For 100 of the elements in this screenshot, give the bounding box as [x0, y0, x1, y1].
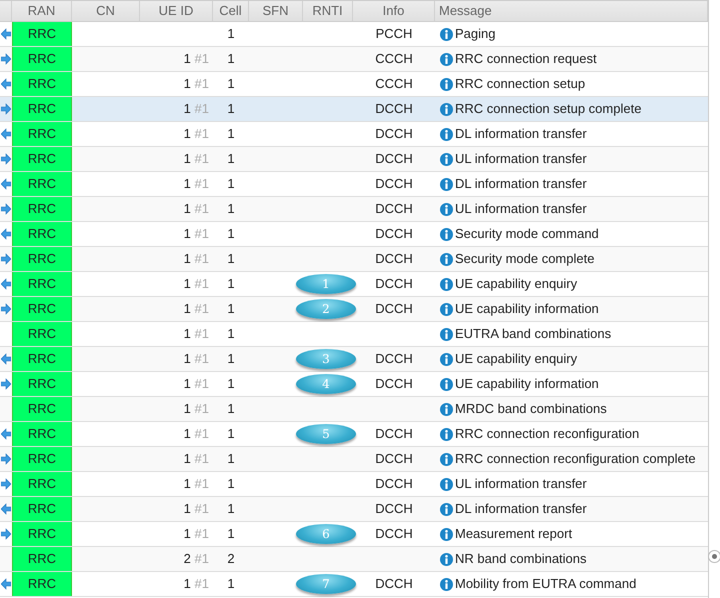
ue-id: 1	[184, 151, 191, 166]
table-row[interactable]: RRC 2 #1 2 NR band combinations	[0, 547, 708, 572]
table-row[interactable]: RRC 1 #1 1 4 DCCH UE capability information	[0, 372, 708, 397]
cell-id: 1	[226, 200, 236, 218]
table-row[interactable]: RRC 1 #1 1 DCCH DL information transfer	[0, 497, 708, 522]
table-row[interactable]: RRC 1 #1 1 CCCH RRC connection request	[0, 47, 708, 72]
ue-index: #1	[194, 351, 209, 366]
cell-id: 1	[226, 425, 236, 443]
message-cell-text: DL information transfer	[455, 175, 587, 193]
column-header[interactable]: UE ID	[140, 1, 213, 21]
column-header[interactable]: RNTI	[303, 1, 353, 21]
cell-id: 2	[226, 550, 236, 568]
ran-cell: RRC	[12, 97, 72, 121]
ue-index: #1	[194, 51, 209, 66]
ue-id: 1	[184, 76, 191, 91]
info-icon	[440, 52, 453, 66]
cell-id: 1	[226, 125, 236, 143]
ue-id: 1	[184, 176, 191, 191]
table-row[interactable]: RRC 1 #1 1 2 DCCH UE capability information	[0, 297, 708, 322]
ue-id: 1	[184, 101, 191, 116]
ue-index: #1	[194, 476, 209, 491]
table-row[interactable]: RRC 1 #1 1 DCCH UL information transfer	[0, 197, 708, 222]
table-row[interactable]: RRC 1 #1 1 3 DCCH UE capability enquiry	[0, 347, 708, 372]
ran-cell: RRC	[12, 222, 72, 246]
channel-cell-text: DCCH	[374, 250, 414, 268]
table-row[interactable]: RRC 1 #1 1 DCCH RRC connection setup complete	[0, 97, 708, 122]
ue-id: 1	[184, 276, 191, 291]
ran-cell: RRC	[12, 372, 72, 396]
table-row[interactable]: RRC 1 #1 1 6 DCCH Measurement report	[0, 522, 708, 547]
column-header[interactable]: Cell	[213, 1, 249, 21]
cell-id: 1	[226, 525, 236, 543]
scroll-handle[interactable]	[708, 550, 720, 563]
table-row[interactable]: RRC 1 #1 1 MRDC band combinations	[0, 397, 708, 422]
table-row[interactable]: RRC 1 #1 1 CCCH RRC connection setup	[0, 72, 708, 97]
step-marker: 7	[296, 574, 356, 594]
ue-id: 1	[184, 326, 191, 341]
ue-id: 1	[184, 426, 191, 441]
cell-id: 1	[226, 150, 236, 168]
table-row[interactable]: RRC 1 #1 1 1 DCCH UE capability enquiry	[0, 272, 708, 297]
step-marker: 4	[296, 374, 356, 394]
ran-cell: RRC	[12, 197, 72, 221]
channel-cell-text: DCCH	[374, 150, 414, 168]
message-cell-text: Security mode complete	[455, 250, 594, 268]
ran-cell: RRC	[12, 72, 72, 96]
channel-cell-text: DCCH	[374, 350, 414, 368]
ran-cell: RRC	[12, 572, 72, 596]
ran-cell: RRC	[12, 347, 72, 371]
cell-id: 1	[226, 575, 236, 593]
table-row[interactable]: RRC 1 #1 1 DCCH Security mode command	[0, 222, 708, 247]
info-icon	[440, 178, 453, 190]
column-header[interactable]: Message	[435, 1, 708, 21]
info-icon	[440, 128, 453, 140]
message-cell-text: UE capability information	[455, 375, 599, 393]
ue-id: 1	[184, 476, 191, 491]
info-icon	[440, 552, 453, 566]
message-cell-text: UL information transfer	[455, 475, 587, 493]
ue-id: 1	[184, 376, 191, 391]
column-header[interactable]: Info	[353, 1, 435, 21]
channel-cell-text: PCCH	[374, 25, 414, 43]
message-cell-text: NR band combinations	[455, 550, 587, 568]
message-cell-text: Mobility from EUTRA command	[455, 575, 636, 593]
column-header[interactable]: SFN	[249, 1, 303, 21]
table-row[interactable]: RRC 1 #1 1 DCCH DL information transfer	[0, 122, 708, 147]
table-row[interactable]: RRC 1 #1 1 DCCH RRC connection reconfiguration complete	[0, 447, 708, 472]
ue-index: #1	[194, 576, 209, 591]
ue-index: #1	[194, 176, 209, 191]
ue-id: 1	[184, 576, 191, 591]
cell-id: 1	[226, 300, 236, 318]
message-cell-text: EUTRA band combinations	[455, 325, 612, 343]
ue-index: #1	[194, 326, 209, 341]
message-cell-text: Security mode command	[455, 225, 599, 243]
message-cell-text: UE capability enquiry	[455, 275, 578, 293]
scrollbar-track[interactable]	[708, 0, 720, 598]
message-cell-text: RRC connection setup	[455, 75, 586, 93]
message-cell-text: UL information transfer	[455, 200, 587, 218]
table-row[interactable]: RRC 1 #1 1 DCCH UL information transfer	[0, 472, 708, 497]
ue-id: 1	[184, 251, 191, 266]
ue-index: #1	[194, 526, 209, 541]
message-cell-text: UL information transfer	[455, 150, 587, 168]
table-row[interactable]: RRC 1 #1 1 DCCH DL information transfer	[0, 172, 708, 197]
table-row[interactable]: RRC 1 #1 1 EUTRA band combinations	[0, 322, 708, 347]
column-header[interactable]: CN	[72, 1, 140, 21]
table-row[interactable]: RRC 1 #1 1 7 DCCH Mobility from EUTRA command	[0, 572, 708, 597]
ue-index: #1	[194, 276, 209, 291]
info-icon	[440, 428, 453, 440]
message-cell-text: RRC connection request	[455, 50, 597, 68]
cell-id: 1	[226, 100, 236, 118]
channel-cell-text: DCCH	[374, 475, 414, 493]
cell-id: 1	[226, 250, 236, 268]
info-icon	[440, 278, 453, 290]
ue-index: #1	[194, 201, 209, 216]
table-row[interactable]: RRC 1 #1 1 DCCH Security mode complete	[0, 247, 708, 272]
table-row[interactable]: RRC 1 #1 1 5 DCCH RRC connection reconfiguration	[0, 422, 708, 447]
ue-id: 2	[184, 551, 191, 566]
table-row[interactable]: RRC 1 #1 1 DCCH UL information transfer	[0, 147, 708, 172]
table-row[interactable]: RRC 1 PCCH Paging	[0, 22, 708, 47]
column-header[interactable]: RAN	[12, 1, 72, 21]
ue-id: 1	[184, 226, 191, 241]
ran-cell: RRC	[12, 472, 72, 496]
cell-id: 1	[226, 375, 236, 393]
